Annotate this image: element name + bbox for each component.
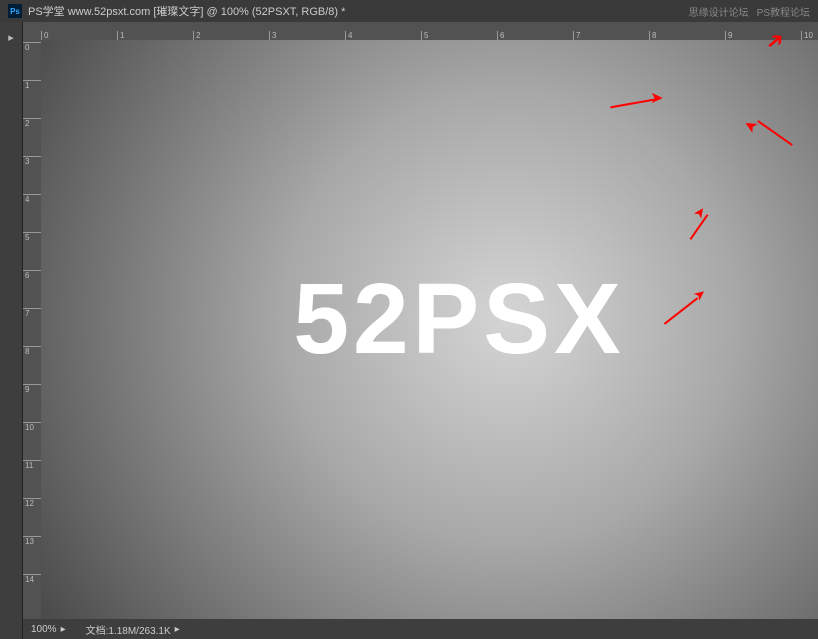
document-title: PS学堂 www.52psxt.com [璀璨文字] @ 100% (52PSX… [28,3,345,19]
ruler-vertical: 01234567891011121314 [23,40,41,619]
canvas-text-layer: 52PSX [293,262,624,377]
app-icon: Ps [8,4,22,18]
ruler-horizontal: 012345678910 [23,22,818,40]
canvas[interactable]: 52PSX [41,40,818,619]
forum-label-2: PS教程论坛 [757,4,810,19]
toolbar: ▸ [0,22,23,639]
forum-label-1: 思缘设计论坛 [689,4,749,19]
status-bar: 100% ▸ 文档:1.18M/263.1K ▸ [23,619,818,639]
title-bar: Ps PS学堂 www.52psxt.com [璀璨文字] @ 100% (52… [0,0,818,22]
doc-info: 文档:1.18M/263.1K [86,622,171,637]
zoom-level[interactable]: 100% [31,624,57,635]
tool-arrow[interactable]: ▸ [0,27,22,47]
